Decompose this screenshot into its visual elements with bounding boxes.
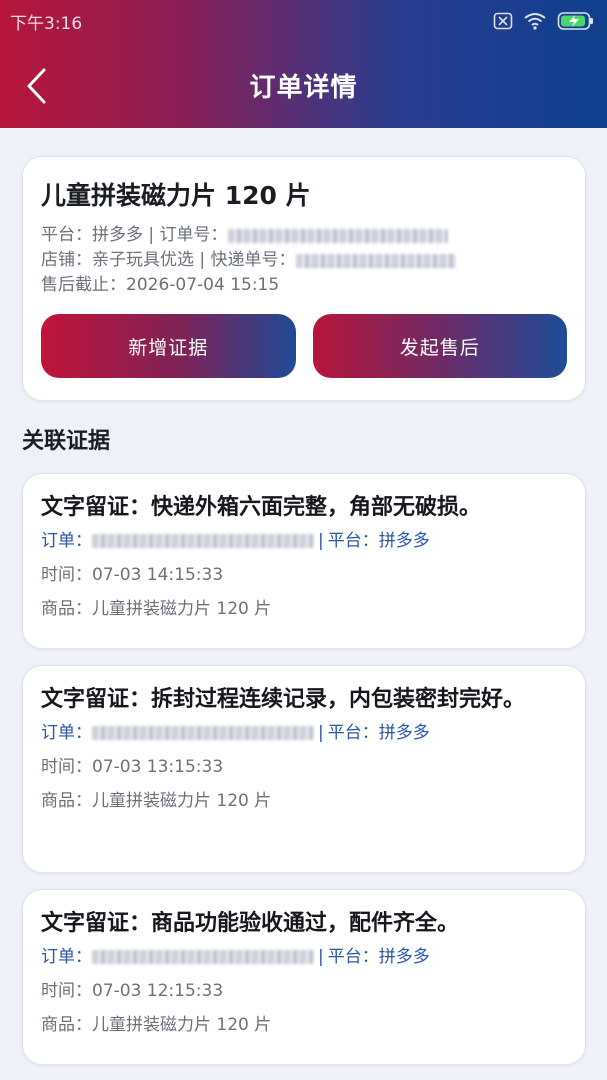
- evidence-time-row: 时间：07-03 13:15:33: [41, 750, 567, 784]
- add-evidence-button[interactable]: 新增证据: [41, 314, 296, 378]
- order-summary-card: 儿童拼装磁力片 120 片 平台： 拼多多 | 订单号： 店铺： 亲子玩具优选 …: [22, 156, 586, 401]
- action-buttons: 新增证据 发起售后: [41, 314, 567, 378]
- status-bar: 下午3:16: [0, 0, 607, 42]
- start-after-sale-button[interactable]: 发起售后: [312, 314, 567, 378]
- evidence-platform-label: 平台：: [327, 947, 379, 967]
- order-meta: 平台： 拼多多 | 订单号： 店铺： 亲子玩具优选 | 快递单号： 售后截止： …: [41, 223, 567, 298]
- evidence-order-label: 订单：: [41, 723, 92, 743]
- page-title: 订单详情: [249, 72, 358, 103]
- evidence-time-label: 时间：: [41, 565, 92, 585]
- evidence-title: 文字留证：快递外箱六面完整，角部无破损。: [41, 495, 482, 520]
- shop-row: 店铺： 亲子玩具优选 | 快递单号：: [41, 248, 567, 273]
- evidence-title: 文字留证：拆封过程连续记录，内包装密封完好。: [41, 687, 526, 712]
- evidence-platform: 拼多多: [378, 723, 430, 743]
- evidence-card[interactable]: 文字留证：商品功能验收通过，配件齐全。 订单： | 平台： 拼多多 时间：07-…: [22, 889, 586, 1065]
- evidence-title: 文字留证：商品功能验收通过，配件齐全。: [41, 911, 460, 936]
- platform-value: 拼多多: [92, 225, 143, 245]
- platform-label: 平台：: [41, 225, 92, 245]
- nav-bar: 订单详情: [0, 42, 607, 128]
- shop-value: 亲子玩具优选: [92, 250, 194, 270]
- evidence-order-label: 订单：: [41, 947, 92, 967]
- evidence-order-label: 订单：: [41, 531, 92, 551]
- deadline-label: 售后截止：: [41, 275, 126, 295]
- evidence-product-row: 商品：儿童拼装磁力片 120 片: [41, 592, 567, 626]
- deadline-row: 售后截止： 2026-07-04 15:15: [41, 273, 567, 298]
- status-icons: [493, 11, 595, 31]
- no-sim-icon: [493, 12, 513, 30]
- evidence-product-label: 商品：: [41, 1015, 92, 1035]
- express-label: 快递单号：: [210, 250, 296, 270]
- evidence-time: 07-03 14:15:33: [92, 565, 224, 585]
- evidence-time-row: 时间：07-03 12:15:33: [41, 974, 567, 1008]
- battery-charging-icon: [557, 12, 593, 30]
- chevron-left-icon: [27, 68, 46, 104]
- evidence-time: 07-03 12:15:33: [92, 981, 224, 1001]
- evidence-order-row: 订单： | 平台： 拼多多: [41, 716, 567, 750]
- evidence-order-row: 订单： | 平台： 拼多多: [41, 940, 567, 974]
- evidence-time-label: 时间：: [41, 757, 92, 777]
- evidence-product-label: 商品：: [41, 599, 92, 619]
- deadline-value: 2026-07-04 15:15: [126, 275, 280, 295]
- evidence-card[interactable]: 文字留证：快递外箱六面完整，角部无破损。 订单： | 平台： 拼多多 时间：07…: [22, 473, 586, 649]
- evidence-order-redacted: [92, 950, 314, 964]
- back-button[interactable]: [20, 66, 52, 106]
- platform-row: 平台： 拼多多 | 订单号：: [41, 223, 567, 248]
- evidence-product-row: 商品：儿童拼装磁力片 120 片: [41, 1008, 567, 1042]
- evidence-product-label: 商品：: [41, 791, 92, 811]
- wifi-icon: [524, 13, 546, 30]
- evidence-product-row: 商品：儿童拼装磁力片 120 片: [41, 784, 567, 818]
- evidence-platform-label: 平台：: [327, 531, 379, 551]
- evidence-order-redacted: [92, 534, 314, 548]
- evidence-product: 儿童拼装磁力片 120 片: [92, 1015, 272, 1035]
- express-no-redacted: [295, 253, 456, 268]
- evidence-time-label: 时间：: [41, 981, 92, 1001]
- evidence-order-row: 订单： | 平台： 拼多多: [41, 524, 567, 558]
- evidence-product: 儿童拼装磁力片 120 片: [92, 599, 272, 619]
- order-no-label: 订单号：: [159, 225, 228, 245]
- order-no-redacted: [227, 228, 448, 243]
- product-title: 儿童拼装磁力片 120 片: [41, 181, 311, 210]
- section-title: 关联证据: [22, 429, 111, 454]
- status-time: 下午3:16: [10, 13, 83, 34]
- evidence-order-redacted: [92, 726, 314, 740]
- evidence-product: 儿童拼装磁力片 120 片: [92, 791, 272, 811]
- evidence-platform-label: 平台：: [327, 723, 379, 743]
- evidence-platform: 拼多多: [378, 947, 430, 967]
- shop-label: 店铺：: [41, 250, 92, 270]
- page-content: 儿童拼装磁力片 120 片 平台： 拼多多 | 订单号： 店铺： 亲子玩具优选 …: [22, 156, 586, 1065]
- top-bar: 下午3:16 订单详情: [0, 0, 607, 128]
- evidence-time-row: 时间：07-03 14:15:33: [41, 558, 567, 592]
- evidence-platform: 拼多多: [378, 531, 430, 551]
- evidence-card[interactable]: 文字留证：拆封过程连续记录，内包装密封完好。 订单： | 平台： 拼多多 时间：…: [22, 665, 586, 873]
- evidence-time: 07-03 13:15:33: [92, 757, 224, 777]
